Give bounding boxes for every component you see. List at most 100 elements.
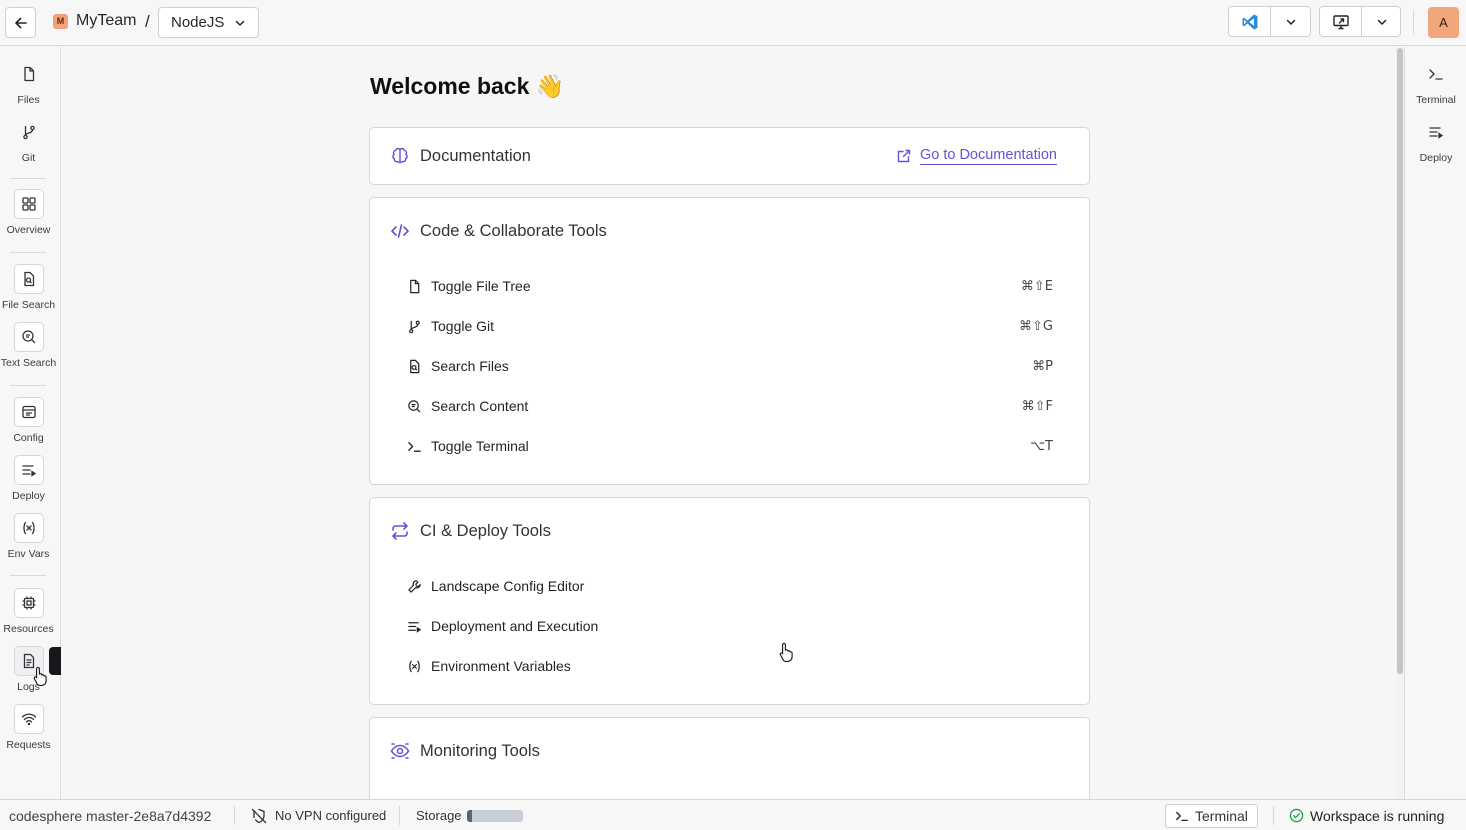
right-item-terminal[interactable]: Terminal <box>1405 59 1466 106</box>
avatar[interactable]: A <box>1428 7 1459 38</box>
monitoring-tools-title: Monitoring Tools <box>420 741 540 760</box>
status-bar: codesphere master-2e8a7d4392 No VPN conf… <box>0 799 1466 830</box>
sidebar-item-label: Config <box>13 432 44 444</box>
page-title: Welcome back 👋 <box>370 73 565 99</box>
vpn-status[interactable]: No VPN configured <box>251 800 386 830</box>
item-label: Toggle Terminal <box>431 438 529 454</box>
deploy-icon <box>1421 117 1451 147</box>
monitoring-tools-header: Monitoring Tools <box>390 741 540 761</box>
ci-tools-card: CI & Deploy Tools Landscape Config Edito… <box>369 497 1090 705</box>
terminal-label: Terminal <box>1195 808 1248 824</box>
sidebar-item-label: Terminal <box>1416 94 1456 106</box>
sidebar-item-deploy[interactable]: Deploy <box>0 455 57 502</box>
project-name: NodeJS <box>171 14 225 31</box>
item-label: Toggle File Tree <box>431 278 531 294</box>
item-label: Search Content <box>431 398 529 414</box>
right-sidebar: Terminal Deploy <box>1404 47 1466 799</box>
terminal-icon <box>1421 59 1451 89</box>
team-logo: M <box>53 13 68 29</box>
monitor-icon <box>1332 13 1350 31</box>
sidebar-item-requests[interactable]: Requests <box>0 704 57 751</box>
wifi-icon <box>13 704 44 734</box>
external-link-icon <box>896 148 912 164</box>
documentation-header: Documentation <box>390 146 531 166</box>
team-breadcrumb[interactable]: M MyTeam <box>53 12 136 30</box>
terminal-icon <box>406 438 422 454</box>
sidebar-item-label: Git <box>21 152 36 164</box>
shortcut: ⌘⇧E <box>1020 278 1053 294</box>
text-search-icon <box>406 398 422 414</box>
sidebar-item-files[interactable]: Files <box>0 59 57 106</box>
repeat-icon <box>390 521 410 541</box>
item-label: Deployment and Execution <box>431 618 599 634</box>
shortcut: ⌘P <box>1032 358 1053 374</box>
landscape-config-editor-item[interactable]: Landscape Config Editor <box>406 574 1053 598</box>
ide-dropdown-button[interactable] <box>1270 7 1311 36</box>
sidebar-item-git[interactable]: Git <box>0 117 57 164</box>
storage-fill <box>466 809 473 822</box>
vscode-icon <box>1241 13 1259 31</box>
file-icon <box>406 278 422 294</box>
item-label: Environment Variables <box>431 658 571 674</box>
deployment-execution-item[interactable]: Deployment and Execution <box>406 614 1053 638</box>
storage-indicator[interactable]: Storage <box>416 800 523 830</box>
sidebar-item-text-search[interactable]: Text Search <box>0 322 57 369</box>
back-button[interactable] <box>5 7 36 38</box>
shortcut: ⌘⇧F <box>1021 398 1053 414</box>
ci-tools-title: CI & Deploy Tools <box>420 521 551 540</box>
project-select[interactable]: NodeJS <box>158 7 259 38</box>
chevron-down-icon <box>234 17 246 29</box>
workspace-status-label: Workspace is running <box>1310 807 1445 824</box>
ci-tools-header: CI & Deploy Tools <box>390 521 551 541</box>
sidebar-item-config[interactable]: Config <box>0 397 57 444</box>
sidebar-item-env-vars[interactable]: Env Vars <box>0 513 57 560</box>
chip-icon <box>13 588 44 618</box>
ide-button-group <box>1228 6 1311 37</box>
deploy-icon <box>13 455 44 485</box>
preview-dropdown-button[interactable] <box>1361 7 1402 36</box>
arrow-left-icon <box>13 15 29 31</box>
team-name[interactable]: MyTeam <box>76 12 136 30</box>
right-item-deploy[interactable]: Deploy <box>1405 117 1466 164</box>
monitoring-tools-card: Monitoring Tools <box>369 717 1090 799</box>
chevron-down-icon <box>1376 16 1388 28</box>
top-bar: M MyTeam / NodeJS A <box>0 0 1466 46</box>
sidebar-item-label: Deploy <box>12 490 45 502</box>
sidebar-item-label: Resources <box>3 623 54 635</box>
chevron-down-icon <box>1285 16 1297 28</box>
storage-progress <box>466 809 523 822</box>
sidebar-item-resources[interactable]: Resources <box>0 588 57 635</box>
sidebar-item-label: File Search <box>1 299 56 311</box>
sidebar-item-label: Deploy <box>1419 152 1453 164</box>
sidebar-item-label: Overview <box>6 224 51 236</box>
file-search-icon <box>13 264 44 294</box>
open-preview-button[interactable] <box>1320 7 1361 36</box>
pointer-cursor <box>779 642 795 662</box>
file-search-icon <box>406 358 422 374</box>
documentation-link-label: Go to Documentation <box>919 147 1057 165</box>
item-label: Toggle Git <box>431 318 495 334</box>
environment-variables-item[interactable]: Environment Variables <box>406 654 1053 678</box>
terminal-icon <box>1175 809 1189 823</box>
sidebar-item-label: Files <box>17 94 40 106</box>
search-files-item[interactable]: Search Files ⌘P <box>406 354 1053 378</box>
toggle-file-tree-item[interactable]: Toggle File Tree ⌘⇧E <box>406 274 1053 298</box>
sidebar-item-file-search[interactable]: File Search <box>0 264 57 311</box>
wrench-icon <box>406 578 422 594</box>
vscode-button[interactable] <box>1229 7 1270 36</box>
branch-info: codesphere master-2e8a7d4392 <box>9 807 212 824</box>
terminal-button[interactable]: Terminal <box>1165 804 1258 828</box>
sidebar-item-overview[interactable]: Overview <box>0 189 57 236</box>
code-tools-title: Code & Collaborate Tools <box>420 221 607 240</box>
go-to-documentation-link[interactable]: Go to Documentation <box>896 147 1057 165</box>
pointer-cursor <box>33 666 49 686</box>
item-label: Search Files <box>431 358 509 374</box>
vpn-label: No VPN configured <box>275 808 387 823</box>
left-sidebar: Files Git Overview File Search Text Sear… <box>0 47 61 799</box>
scrollbar-thumb[interactable] <box>1397 48 1403 674</box>
toggle-terminal-item[interactable]: Toggle Terminal ⌥T <box>406 434 1053 458</box>
variable-icon <box>13 513 44 543</box>
sidebar-item-label: Requests <box>6 739 51 751</box>
search-content-item[interactable]: Search Content ⌘⇧F <box>406 394 1053 418</box>
toggle-git-item[interactable]: Toggle Git ⌘⇧G <box>406 314 1053 338</box>
